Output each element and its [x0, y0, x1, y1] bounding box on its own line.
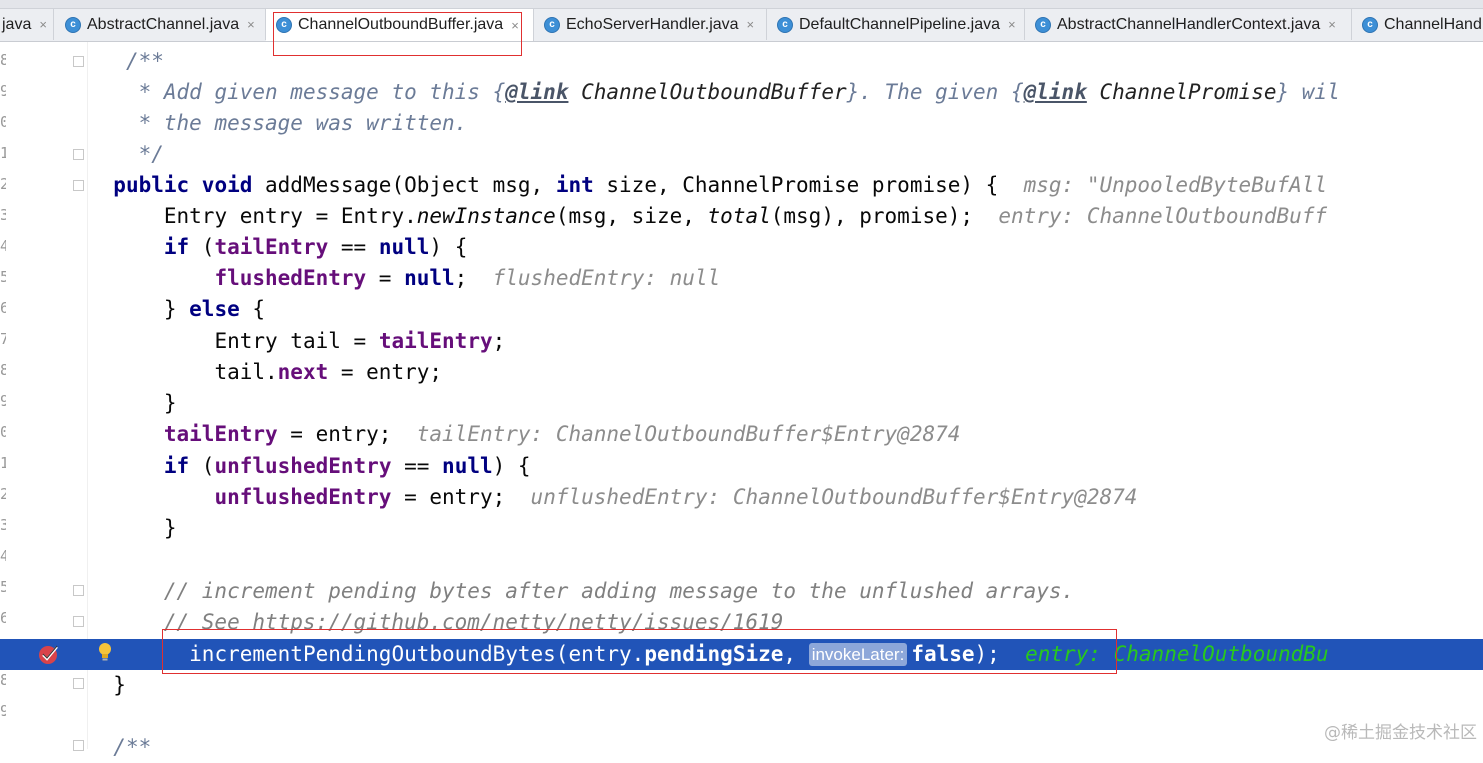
- tab-abstractchannel[interactable]: c AbstractChannel.java ×: [55, 9, 266, 40]
- line-number: 4: [0, 237, 6, 255]
- watermark: @稀土掘金技术社区: [1324, 723, 1477, 743]
- debug-value-hint: unflushedEntry: ChannelOutboundBuffer$En…: [530, 485, 1138, 509]
- line-number: 4: [0, 547, 6, 565]
- editor-tab-bar: java × c AbstractChannel.java × c Channe…: [0, 0, 1483, 42]
- code-line: * Add given message to this {@link Chann…: [125, 80, 1340, 104]
- code-line: if (tailEntry == null) {: [163, 235, 468, 259]
- debug-value-hint: tailEntry: ChannelOutboundBuffer$Entry@2…: [416, 422, 961, 446]
- class-icon: c: [65, 16, 81, 33]
- fold-marker-icon[interactable]: [73, 180, 84, 191]
- close-icon[interactable]: ×: [1328, 17, 1336, 32]
- code-line: }: [113, 673, 126, 697]
- tab-label: AbstractChannelHandlerContext.java: [1057, 15, 1321, 33]
- fold-marker-icon[interactable]: [73, 585, 84, 596]
- line-number: 0: [0, 423, 6, 441]
- toolbar-strip: [0, 0, 1483, 9]
- line-number: 5: [0, 268, 6, 286]
- tab-label: java: [2, 15, 32, 33]
- debug-value-hint: flushedEntry: null: [492, 266, 721, 290]
- close-icon[interactable]: ×: [247, 17, 255, 32]
- line-number: 8: [0, 51, 6, 69]
- code-line: tail.next = entry;: [214, 360, 443, 384]
- line-number: 7: [0, 330, 6, 348]
- tab-defaultchannelpipeline[interactable]: c DefaultChannelPipeline.java ×: [767, 9, 1025, 40]
- class-icon: c: [777, 16, 793, 33]
- code-line: // increment pending bytes after adding …: [163, 579, 1075, 603]
- fold-marker-icon[interactable]: [73, 56, 84, 67]
- line-number: 0: [0, 113, 6, 131]
- code-line: unflushedEntry = entry; unflushedEntry: …: [214, 485, 1138, 509]
- code-line: tailEntry = entry; tailEntry: ChannelOut…: [163, 422, 961, 446]
- debug-value-hint: entry: ChannelOutboundBuff: [998, 204, 1328, 228]
- line-number: 9: [0, 82, 6, 100]
- code-line: public void addMessage(Object msg, int s…: [113, 173, 1328, 197]
- line-number: 6: [0, 609, 6, 627]
- tab-echoserverhandler[interactable]: c EchoServerHandler.java ×: [534, 9, 767, 40]
- code-line: } else {: [163, 297, 266, 321]
- annotation-box-statement: [162, 629, 1117, 674]
- line-number: 3: [0, 206, 6, 224]
- tab-abstractchannelhandlercontext[interactable]: c AbstractChannelHandlerContext.java ×: [1025, 9, 1352, 40]
- class-icon: c: [1035, 16, 1051, 33]
- code-line: * the message was written.: [125, 111, 468, 135]
- breakpoint-icon[interactable]: [38, 643, 60, 665]
- code-line: Entry entry = Entry.newInstance(msg, siz…: [113, 204, 1328, 228]
- class-icon: c: [1362, 16, 1378, 33]
- close-icon[interactable]: ×: [747, 17, 755, 32]
- tab-label: DefaultChannelPipeline.java: [799, 15, 1001, 33]
- fold-marker-icon[interactable]: [73, 678, 84, 689]
- code-line: }: [163, 516, 177, 540]
- close-icon[interactable]: ×: [1008, 17, 1016, 32]
- tab-label: AbstractChannel.java: [87, 15, 240, 33]
- line-number: 2: [0, 175, 6, 193]
- tab-label: EchoServerHandler.java: [566, 15, 739, 33]
- line-number: 6: [0, 299, 6, 317]
- tab-channelhandler[interactable]: c ChannelHand: [1352, 9, 1483, 40]
- tab-label: ChannelHand: [1384, 15, 1482, 33]
- line-number: 3: [0, 516, 6, 534]
- tab-java[interactable]: java ×: [0, 9, 54, 40]
- line-number: 9: [0, 392, 6, 410]
- class-icon: c: [544, 16, 560, 33]
- line-number: 9: [0, 702, 6, 720]
- code-line: }: [163, 391, 177, 415]
- code-line: /**: [125, 49, 164, 73]
- fold-marker-icon[interactable]: [73, 616, 84, 627]
- code-line: Entry tail = tailEntry;: [214, 329, 506, 353]
- line-number: 8: [0, 671, 6, 689]
- line-number: 2: [0, 485, 6, 503]
- fold-marker-icon[interactable]: [73, 149, 84, 160]
- code-line: if (unflushedEntry == null) {: [163, 454, 531, 478]
- fold-marker-icon[interactable]: [73, 740, 84, 751]
- code-line: /**: [113, 735, 152, 759]
- line-number: 1: [0, 454, 6, 472]
- close-icon[interactable]: ×: [39, 17, 47, 32]
- code-line: */: [125, 142, 164, 166]
- line-number: 8: [0, 361, 6, 379]
- code-line: flushedEntry = null; flushedEntry: null: [214, 266, 721, 290]
- line-number: 1: [0, 144, 6, 162]
- debug-value-hint: msg: "UnpooledByteBufAll: [1023, 173, 1328, 197]
- line-number: 5: [0, 578, 6, 596]
